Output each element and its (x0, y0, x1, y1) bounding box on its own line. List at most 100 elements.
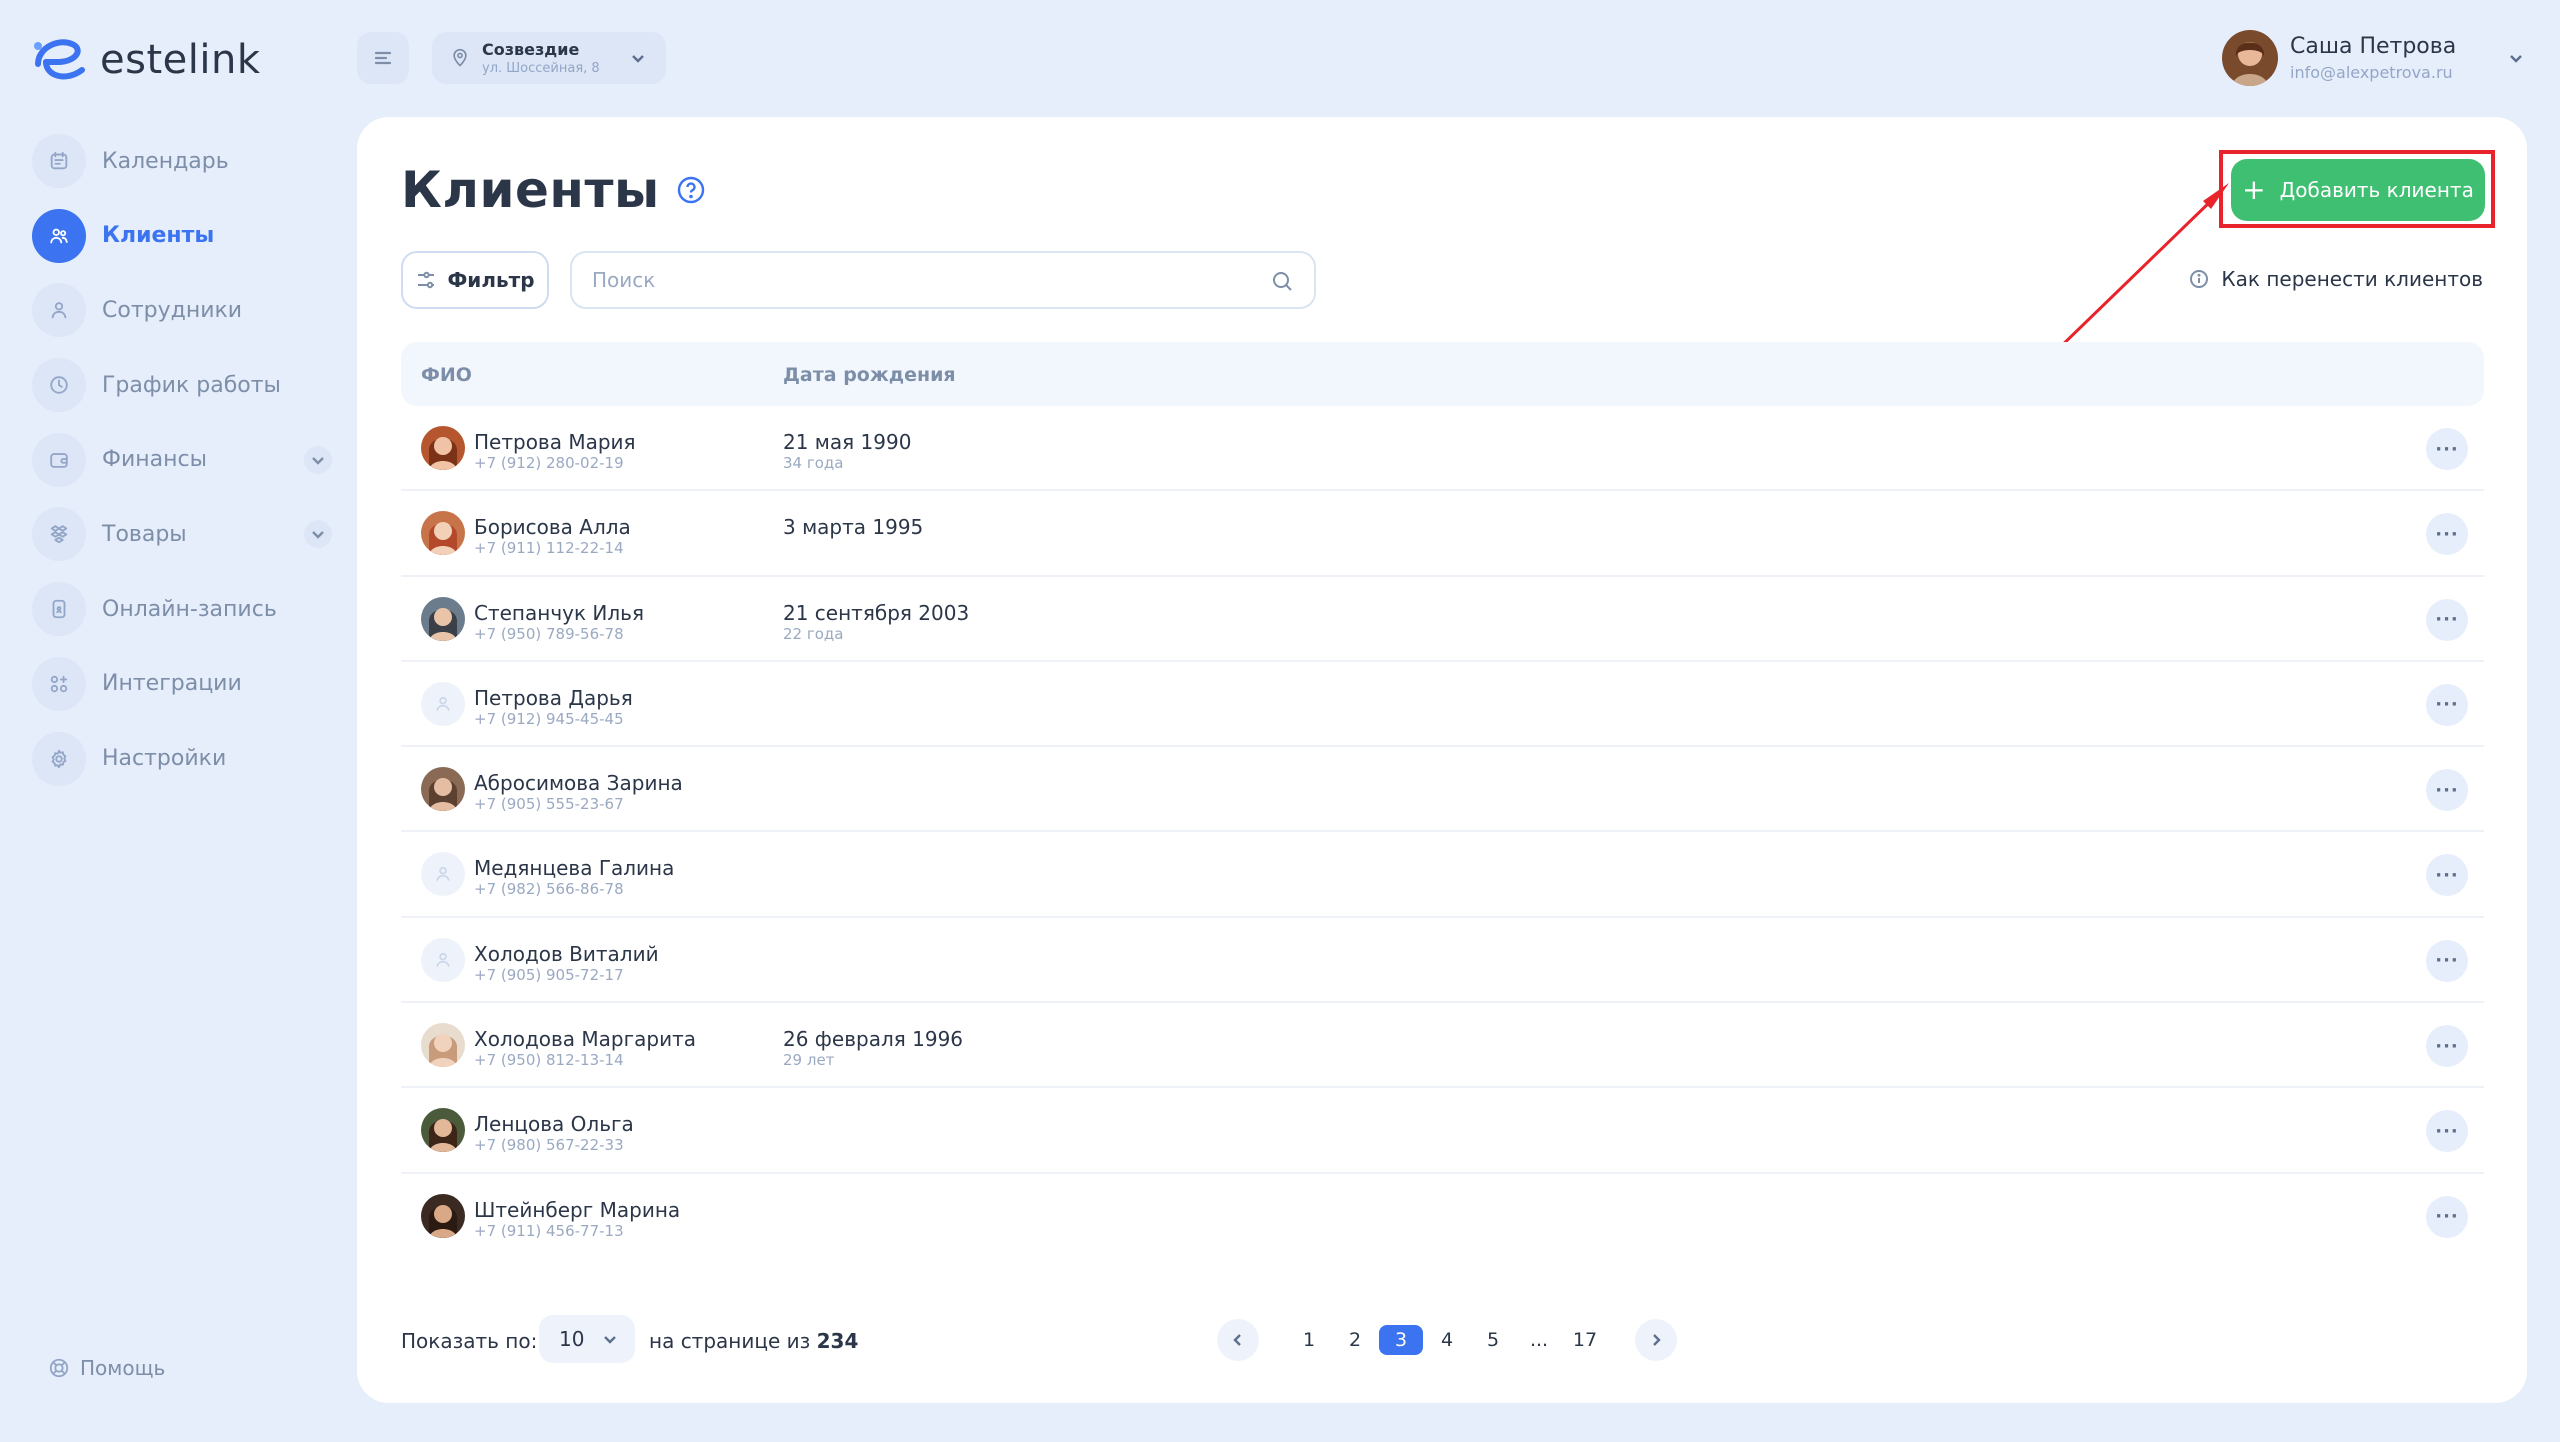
location-pin-icon (453, 48, 467, 67)
client-name[interactable]: Холодов Виталий (474, 942, 659, 966)
chevron-down-icon[interactable] (304, 445, 332, 474)
row-more-button[interactable]: ··· (2426, 1110, 2468, 1153)
table-row[interactable]: Холодов Виталий +7 (905) 905-72-17 ··· (401, 918, 2484, 1004)
client-birthdate: 21 мая 1990 (783, 430, 912, 454)
sidebar-item[interactable]: Финансы (32, 432, 332, 488)
user-icon (32, 283, 86, 338)
chevron-left-icon (1233, 1334, 1241, 1346)
client-name[interactable]: Абросимова Зарина (474, 771, 683, 795)
sidebar-item[interactable]: График работы (32, 357, 332, 413)
sidebar-item[interactable]: Онлайн-запись (32, 581, 332, 637)
howto-transfer-link[interactable]: Как перенести клиентов (2189, 267, 2483, 291)
page-title: Клиенты (401, 161, 660, 219)
client-phone: +7 (911) 456-77-13 (474, 1221, 624, 1240)
table-row[interactable]: Петрова Дарья +7 (912) 945-45-45 ··· (401, 662, 2484, 748)
row-more-button[interactable]: ··· (2426, 1195, 2468, 1238)
sidebar-item[interactable]: Календарь (32, 133, 332, 189)
client-phone: +7 (950) 789-56-78 (474, 624, 624, 643)
client-name[interactable]: Штейнберг Марина (474, 1198, 680, 1222)
table-row[interactable]: Степанчук Илья +7 (950) 789-56-78 21 сентя… (401, 577, 2484, 662)
page-number-button[interactable]: 3 (1379, 1325, 1423, 1355)
help-label: Помощь (80, 1356, 166, 1380)
search-input[interactable] (592, 268, 1232, 292)
table-header: ФИО Дата рождения (401, 342, 2484, 406)
show-per-page-label: Показать по: (401, 1329, 538, 1353)
on-page-label: на странице из (649, 1329, 811, 1353)
info-icon (2190, 270, 2209, 288)
logo-text: estelink (100, 37, 261, 83)
row-more-button[interactable]: ··· (2426, 428, 2468, 470)
table-row[interactable]: Петрова Мария +7 (912) 280-02-19 21 мая 19… (401, 406, 2484, 492)
client-name[interactable]: Степанчук Илья (474, 601, 644, 625)
client-age: 29 лет (783, 1051, 835, 1070)
prev-page-button[interactable] (1217, 1319, 1259, 1361)
column-header-birthdate[interactable]: Дата рождения (783, 364, 956, 386)
avatar (421, 1193, 465, 1238)
sidebar-item-label: Настройки (102, 746, 227, 771)
table-row[interactable]: Холодова Маргарита +7 (950) 812-13-14 26 ф… (401, 1003, 2484, 1089)
calendar-icon (32, 134, 86, 188)
location-selector[interactable]: Созвездие ул. Шоссейная, 8 (432, 32, 666, 84)
table-row[interactable]: Штейнберг Марина +7 (911) 456-77-13 ··· (401, 1174, 2484, 1259)
add-client-button[interactable]: + Добавить клиента (2231, 159, 2485, 221)
table-row[interactable]: Борисова Алла +7 (911) 112-22-14 3 марта 1… (401, 491, 2484, 577)
client-name[interactable]: Медянцева Галина (474, 856, 674, 880)
user-avatar (2222, 30, 2278, 86)
client-phone: +7 (912) 945-45-45 (474, 709, 624, 728)
sidebar-item-label: График работы (102, 372, 281, 398)
client-name[interactable]: Ленцова Ольга (474, 1112, 634, 1136)
question-icon[interactable] (676, 175, 706, 205)
avatar (421, 681, 465, 726)
table-row[interactable]: Ленцова Ольга +7 (980) 567-22-33 ··· (401, 1088, 2484, 1174)
row-more-button[interactable]: ··· (2426, 939, 2468, 982)
chevron-down-icon[interactable] (304, 520, 332, 549)
column-header-name[interactable]: ФИО (421, 364, 472, 386)
avatar (421, 937, 465, 982)
menu-toggle-button[interactable] (357, 32, 409, 84)
user-placeholder-icon (436, 867, 450, 882)
howto-label: Как перенести клиентов (2221, 267, 2483, 291)
client-age: 34 года (783, 454, 844, 472)
page-number-button[interactable]: 2 (1333, 1325, 1377, 1355)
user-placeholder-icon (436, 952, 450, 967)
user-menu-toggle[interactable] (2500, 42, 2532, 74)
wallet-icon (32, 432, 86, 487)
row-more-button[interactable]: ··· (2426, 854, 2468, 897)
sidebar-item[interactable]: Настройки (32, 731, 332, 787)
page-number-button[interactable]: 4 (1425, 1325, 1469, 1355)
client-name[interactable]: Холодова Маргарита (474, 1027, 696, 1051)
client-birthdate: 21 сентября 2003 (783, 600, 970, 625)
sidebar-item-label: Товары (102, 521, 187, 547)
page-number-button[interactable]: 5 (1471, 1325, 1515, 1355)
user-profile[interactable]: Саша Петрова info@alexpetrova.ru (2222, 30, 2456, 86)
search-icon[interactable] (1270, 269, 1294, 293)
filter-button[interactable]: Фильтр (401, 251, 549, 309)
row-more-button[interactable]: ··· (2426, 598, 2468, 641)
row-more-button[interactable]: ··· (2426, 513, 2468, 556)
client-name[interactable]: Петрова Дарья (474, 686, 633, 710)
per-page-select[interactable]: 10 (539, 1315, 635, 1363)
app-logo[interactable]: estelink (32, 34, 260, 86)
client-phone: +7 (905) 555-23-67 (474, 795, 624, 814)
table-row[interactable]: Абросимова Зарина +7 (905) 555-23-67 ··· (401, 747, 2484, 833)
help-link[interactable]: Помощь (48, 1356, 165, 1380)
client-name[interactable]: Борисова Алла (474, 515, 631, 539)
sidebar-item-label: Финансы (102, 447, 207, 473)
user-placeholder-icon (436, 696, 450, 711)
location-address: ул. Шоссейная, 8 (482, 61, 600, 76)
pagination-ellipsis: ... (1529, 1329, 1549, 1351)
client-birthdate: 26 февраля 1996 (783, 1027, 964, 1052)
page-number-button[interactable]: 17 (1563, 1325, 1607, 1355)
client-name[interactable]: Петрова Мария (474, 430, 636, 454)
row-more-button[interactable]: ··· (2426, 1025, 2468, 1068)
sidebar-item[interactable]: Интеграции (32, 656, 332, 712)
table-row[interactable]: Медянцева Галина +7 (982) 566-86-78 ··· (401, 832, 2484, 918)
page-number-button[interactable]: 1 (1287, 1325, 1331, 1355)
next-page-button[interactable] (1635, 1319, 1677, 1361)
row-more-button[interactable]: ··· (2426, 769, 2468, 812)
clients-card: Клиенты + Добавить клиента Фильтр Как пе… (357, 117, 2527, 1403)
sidebar-item[interactable]: Сотрудники (32, 282, 332, 338)
sidebar-item[interactable]: Товары (32, 506, 332, 562)
sidebar-item[interactable]: Клиенты (32, 208, 332, 264)
row-more-button[interactable]: ··· (2426, 683, 2468, 726)
